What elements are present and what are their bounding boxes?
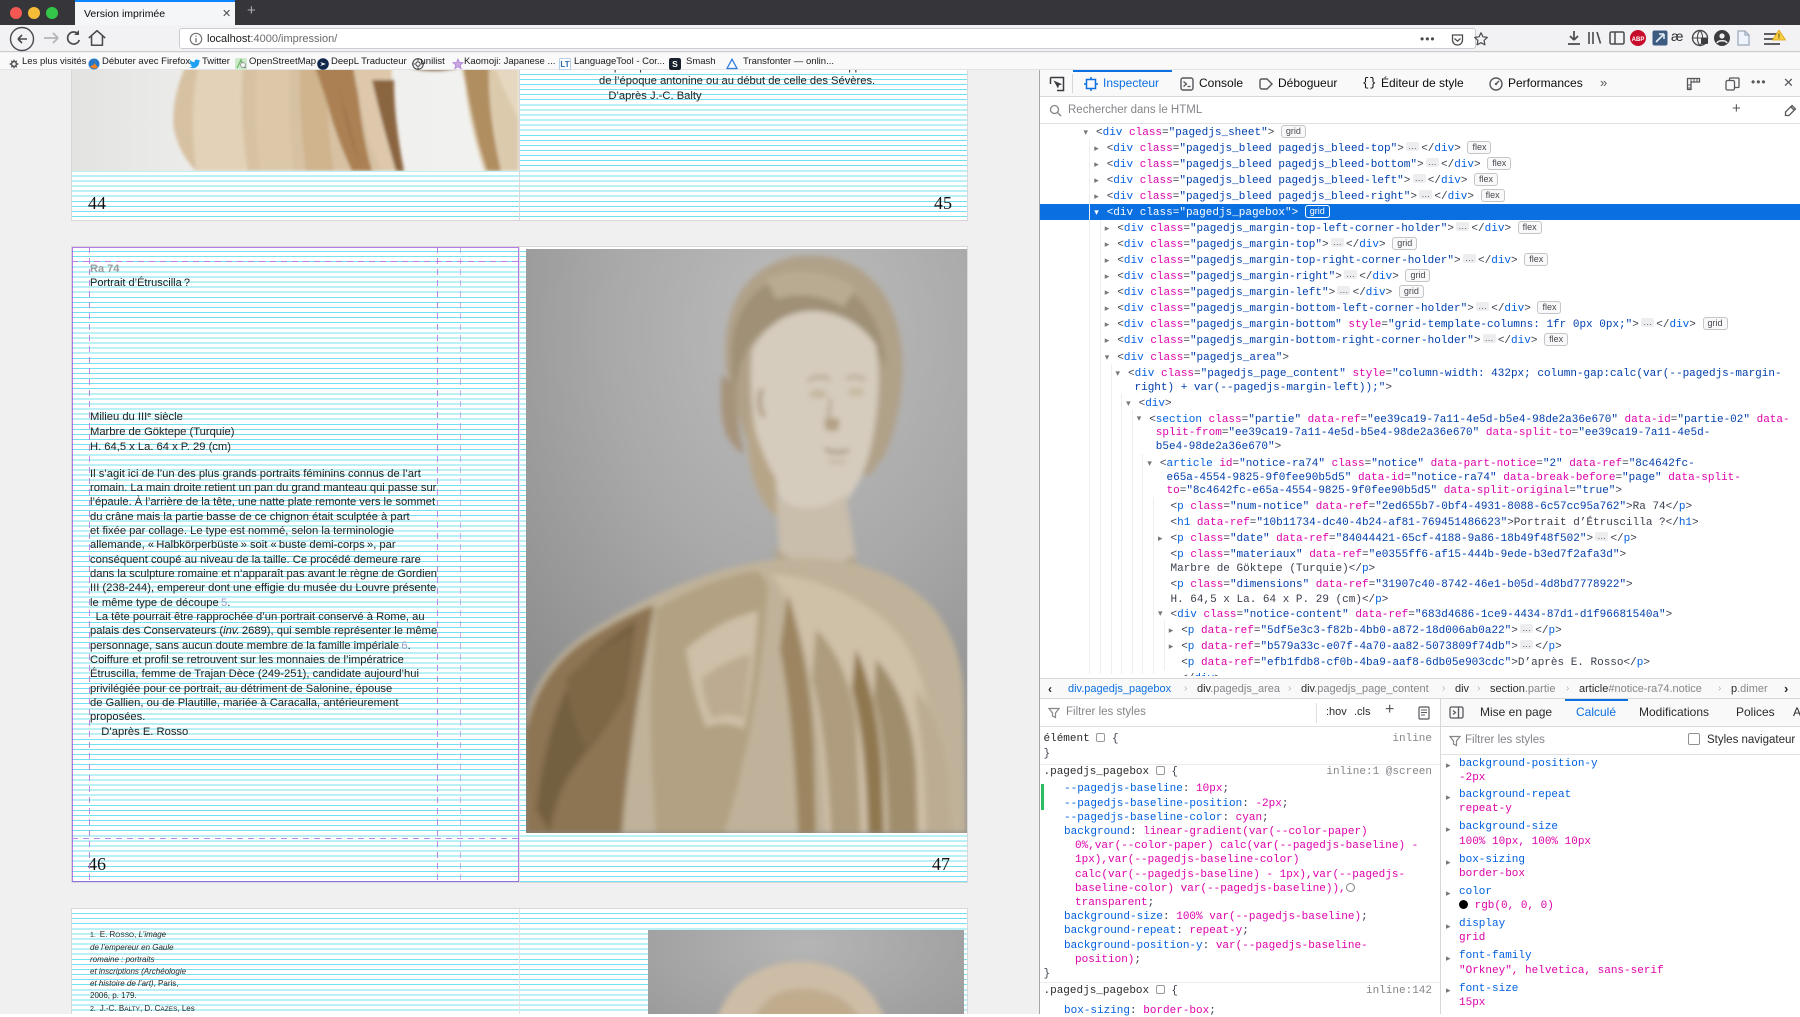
svg-text:S: S xyxy=(672,59,678,69)
svg-text:!: ! xyxy=(1778,32,1781,41)
svg-text:ABP: ABP xyxy=(1632,37,1645,43)
svg-text:LT: LT xyxy=(560,60,569,69)
